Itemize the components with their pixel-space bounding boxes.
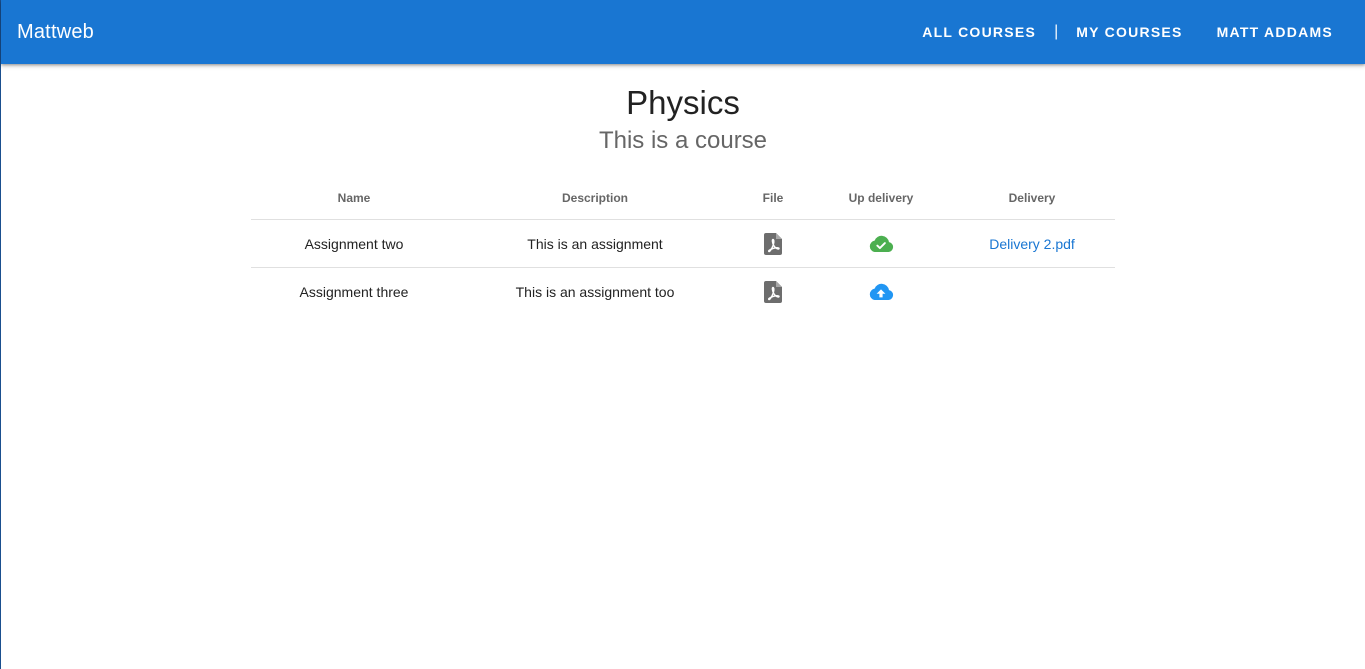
- cloud-check-icon[interactable]: [868, 235, 894, 253]
- column-header-delivery: Delivery: [949, 176, 1115, 220]
- app-bar: Mattweb ALL COURSES | MY COURSES MATT AD…: [1, 0, 1365, 64]
- nav-user-menu[interactable]: MATT ADDAMS: [1201, 0, 1349, 64]
- nav-separator: |: [1054, 23, 1059, 40]
- pdf-file-icon[interactable]: [764, 232, 782, 255]
- top-nav: ALL COURSES | MY COURSES MATT ADDAMS: [906, 0, 1349, 64]
- nav-my-courses[interactable]: MY COURSES: [1060, 0, 1198, 64]
- column-header-description: Description: [457, 176, 733, 220]
- upload-cell: [813, 219, 949, 268]
- assignments-table: Name Description File Up delivery Delive…: [251, 176, 1115, 315]
- nav-all-courses[interactable]: ALL COURSES: [906, 0, 1052, 64]
- upload-cell: [813, 268, 949, 316]
- column-header-up-delivery: Up delivery: [813, 176, 949, 220]
- assignment-description: This is an assignment: [457, 219, 733, 268]
- assignment-name: Assignment three: [299, 283, 409, 300]
- brand-title[interactable]: Mattweb: [17, 21, 94, 44]
- assignment-description: This is an assignment too: [515, 283, 675, 300]
- cloud-upload-icon[interactable]: [868, 283, 894, 301]
- table-header-row: Name Description File Up delivery Delive…: [251, 176, 1115, 220]
- pdf-file-icon[interactable]: [764, 280, 782, 303]
- table-row: Assignment two This is an assignment Del…: [251, 219, 1115, 268]
- file-cell: [733, 268, 813, 316]
- course-title: Physics: [626, 84, 740, 121]
- course-subtitle: This is a course: [598, 127, 768, 154]
- delivery-file-link[interactable]: Delivery 2.pdf: [989, 236, 1075, 252]
- main-content: Physics This is a course Name Descriptio…: [1, 64, 1365, 303]
- delivery-cell: Delivery 2.pdf: [949, 219, 1115, 268]
- column-header-file: File: [733, 176, 813, 220]
- assignment-name: Assignment two: [251, 219, 457, 268]
- column-header-name: Name: [251, 176, 457, 220]
- file-cell: [733, 219, 813, 268]
- table-row: Assignment three This is an assignment t…: [251, 268, 1115, 316]
- delivery-cell: [949, 268, 1115, 316]
